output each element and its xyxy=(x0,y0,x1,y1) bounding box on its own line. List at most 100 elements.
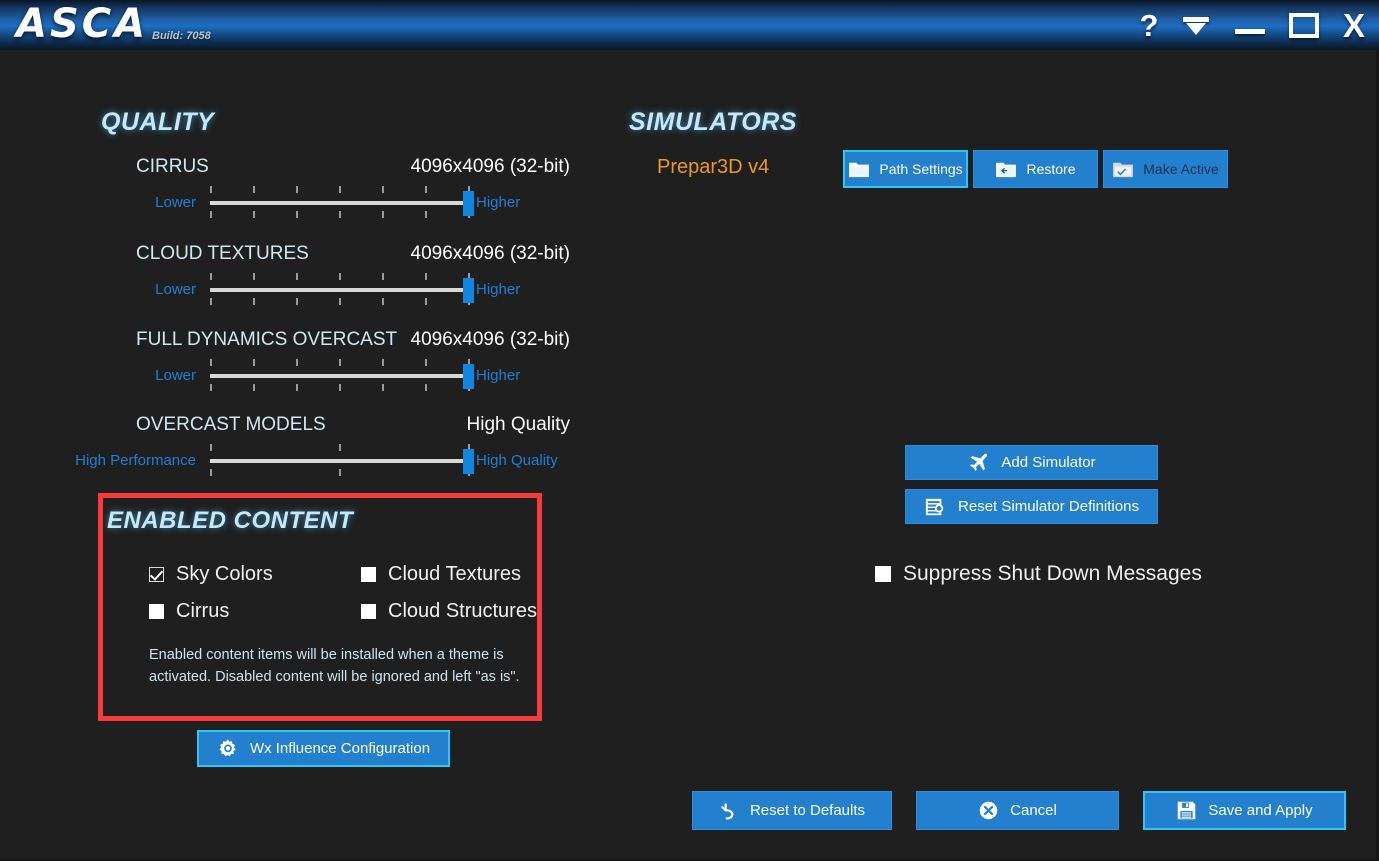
slider-ticks-top xyxy=(210,359,470,366)
folder-icon xyxy=(848,160,870,178)
slider-tick xyxy=(382,211,384,218)
slider-tick xyxy=(253,211,255,218)
maximize-icon[interactable] xyxy=(1289,12,1319,38)
checkbox-indicator[interactable] xyxy=(875,566,891,582)
enabled-content-note: Enabled content items will be installed … xyxy=(149,647,520,685)
slider-ticks-top xyxy=(210,273,470,280)
save-and-apply-button[interactable]: Save and Apply xyxy=(1143,791,1346,830)
slider-tick xyxy=(296,273,298,280)
checkbox-indicator[interactable] xyxy=(361,567,376,582)
slider-max-label: Higher xyxy=(476,281,521,298)
slider-tick xyxy=(339,469,341,476)
button-label: Cancel xyxy=(1010,802,1057,819)
button-label: Make Active xyxy=(1143,161,1219,177)
slider-tick xyxy=(339,298,341,305)
slider-thumb[interactable] xyxy=(463,278,474,303)
slider-max-label: High Quality xyxy=(476,452,558,469)
slider-track-area[interactable]: Lower Higher xyxy=(100,271,570,309)
slider-label: CIRRUS xyxy=(136,156,209,177)
make-active-button[interactable]: Make Active xyxy=(1103,150,1228,188)
slider-tick xyxy=(339,273,341,280)
active-simulator-name: Prepar3D v4 xyxy=(657,156,770,178)
list-reset-icon xyxy=(924,497,946,517)
slider-tick xyxy=(210,273,212,280)
button-label: Reset Simulator Definitions xyxy=(958,498,1139,515)
slider-thumb[interactable] xyxy=(463,449,474,474)
restore-button[interactable]: Restore xyxy=(973,150,1098,188)
slider-ticks-bottom xyxy=(210,298,470,305)
enabled-content-header: ENABLED CONTENT xyxy=(107,507,354,534)
button-label: Wx Influence Configuration xyxy=(249,740,431,757)
slider-value: High Quality xyxy=(466,414,571,435)
slider-tick xyxy=(382,273,384,280)
slider-tick xyxy=(253,186,255,193)
slider-max-label: Higher xyxy=(476,194,521,211)
slider-track-area[interactable]: Lower Higher xyxy=(100,357,570,395)
slider-min-label: Lower xyxy=(155,367,196,384)
slider-bar xyxy=(210,374,468,378)
slider-tick xyxy=(425,186,427,193)
checkbox-cirrus[interactable]: Cirrus xyxy=(149,600,229,623)
build-label: Build: 7058 xyxy=(152,30,211,42)
slider-tick xyxy=(425,298,427,305)
slider-value: 4096x4096 (32-bit) xyxy=(410,243,571,264)
button-label: Restore xyxy=(1026,161,1076,177)
slider-min-label: High Performance xyxy=(75,452,196,469)
button-label: Reset to Defaults xyxy=(749,802,866,819)
slider-min-label: Lower xyxy=(155,281,196,298)
title-bar: ASCA Build: 7058 ? X xyxy=(0,0,1379,50)
slider-ticks-top xyxy=(210,444,470,451)
slider-tick xyxy=(253,273,255,280)
slider-track-area[interactable]: Lower Higher xyxy=(100,184,570,222)
slider-value: 4096x4096 (32-bit) xyxy=(410,156,571,177)
wx-influence-configuration-button[interactable]: Wx Influence Configuration xyxy=(197,730,450,767)
checkbox-indicator[interactable] xyxy=(149,604,164,619)
slider-tick xyxy=(210,384,212,391)
slider-tick xyxy=(425,211,427,218)
slider-tick xyxy=(296,359,298,366)
minimize-icon[interactable] xyxy=(1233,11,1267,39)
button-label: Save and Apply xyxy=(1208,802,1313,819)
slider-value: 4096x4096 (32-bit) xyxy=(410,329,571,350)
slider-thumb[interactable] xyxy=(463,364,474,389)
checkbox-sky-colors[interactable]: Sky Colors xyxy=(149,563,273,586)
window-controls: ? X xyxy=(1139,0,1367,50)
add-simulator-button[interactable]: Add Simulator xyxy=(905,445,1158,480)
app-logo: ASCA xyxy=(16,1,149,47)
slider-tick xyxy=(210,298,212,305)
slider-tick xyxy=(339,444,341,451)
slider-ticks-bottom xyxy=(210,384,470,391)
simulators-header: SIMULATORS xyxy=(629,108,797,136)
slider-tick xyxy=(253,359,255,366)
checkbox-label: Cirrus xyxy=(176,600,230,622)
help-icon[interactable]: ? xyxy=(1139,10,1159,41)
slider-bar xyxy=(210,459,468,463)
slider-tick xyxy=(425,273,427,280)
slider-label: OVERCAST MODELS xyxy=(136,414,326,435)
slider-thumb[interactable] xyxy=(463,191,474,216)
slider-tick xyxy=(382,186,384,193)
slider-tick xyxy=(296,298,298,305)
reset-simulator-definitions-button[interactable]: Reset Simulator Definitions xyxy=(905,489,1158,524)
button-label: Path Settings xyxy=(879,161,963,177)
slider-tick xyxy=(210,211,212,218)
airplane-icon xyxy=(967,452,989,474)
slider-label: FULL DYNAMICS OVERCAST xyxy=(136,329,398,350)
checkbox-indicator[interactable] xyxy=(361,604,376,619)
checkbox-label: Cloud Textures xyxy=(388,563,522,585)
folder-check-icon xyxy=(1112,160,1134,178)
path-settings-button[interactable]: Path Settings xyxy=(843,150,968,188)
reset-to-defaults-button[interactable]: Reset to Defaults xyxy=(692,791,892,830)
checkbox-cloud-textures[interactable]: Cloud Textures xyxy=(361,563,521,586)
chevron-down-icon[interactable] xyxy=(1181,11,1211,39)
slider-ticks-top xyxy=(210,186,470,193)
close-circle-icon xyxy=(978,800,999,821)
checkbox-indicator[interactable] xyxy=(149,567,164,582)
close-icon[interactable]: X xyxy=(1341,9,1367,42)
cancel-button[interactable]: Cancel xyxy=(916,791,1119,830)
checkbox-suppress-shutdown-messages[interactable]: Suppress Shut Down Messages xyxy=(875,562,1202,586)
slider-tick xyxy=(210,359,212,366)
slider-bar xyxy=(210,201,468,205)
checkbox-cloud-structures[interactable]: Cloud Structures xyxy=(361,600,537,623)
slider-track-area[interactable]: High Performance High Quality xyxy=(75,442,570,480)
